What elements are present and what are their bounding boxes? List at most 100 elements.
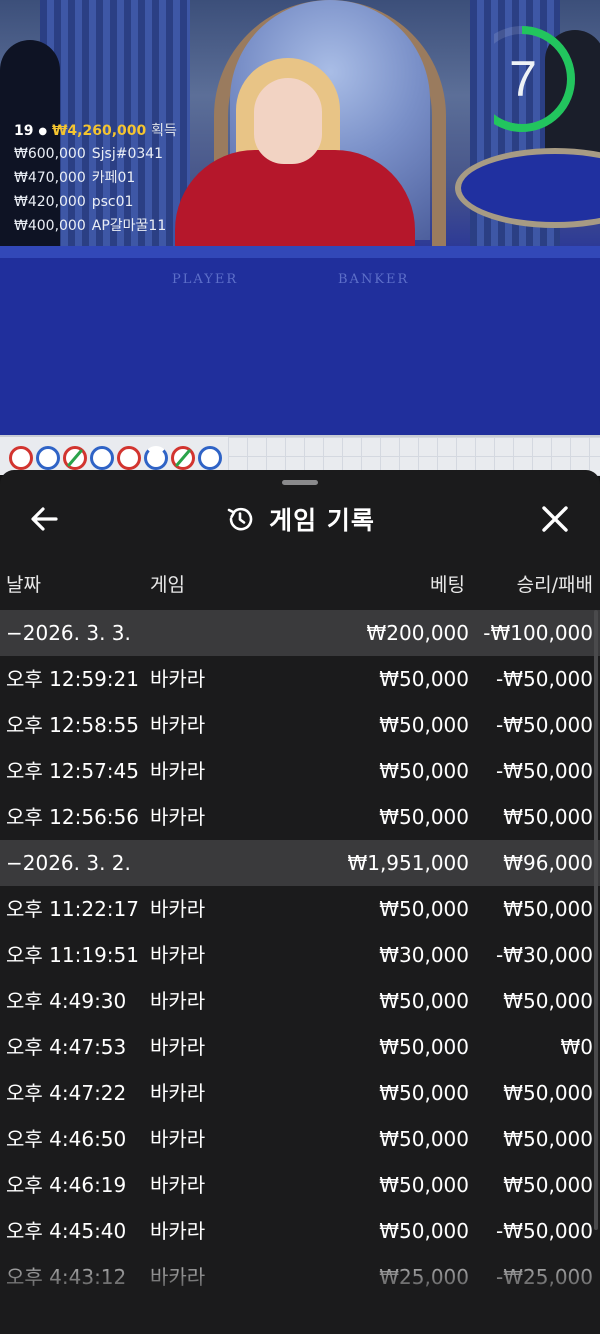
winner-name: 카페01: [91, 170, 136, 186]
live-video[interactable]: PLAYER BANKER 19 ● ₩4,260,000 획득 ₩600,00…: [0, 0, 600, 435]
row-result: -₩100,000: [483, 621, 593, 645]
row-game: 바카라: [150, 805, 206, 829]
dealer-face: [254, 78, 322, 164]
winner-row: ₩400,000 AP갈마꿀11: [14, 214, 177, 238]
baccarat-table: [0, 250, 600, 435]
row-game: 바카라: [150, 1173, 206, 1197]
arrow-left-icon: [31, 507, 58, 531]
row-result: ₩50,000: [503, 1081, 593, 1105]
row-game: 바카라: [150, 943, 206, 967]
close-icon: [542, 506, 568, 532]
row-game: 바카라: [150, 1127, 206, 1151]
row-game: 바카라: [150, 1035, 206, 1059]
row-result: -₩30,000: [496, 943, 593, 967]
history-row[interactable]: 오후 4:46:50 바카라 ₩50,000 ₩50,000: [0, 1116, 600, 1162]
winners-list: ₩600,000 Sjsj#0341 ₩470,000 카페01 ₩420,000 psc…: [14, 142, 177, 238]
day-summary-row[interactable]: −2026. 3. 2. ₩1,951,000 ₩96,000: [0, 840, 600, 886]
winner-row: ₩600,000 Sjsj#0341: [14, 142, 177, 166]
history-row[interactable]: 오후 4:45:40 바카라 ₩50,000 -₩50,000: [0, 1208, 600, 1254]
row-result: ₩96,000: [503, 851, 593, 875]
row-date: 오후 4:47:53: [6, 1035, 127, 1059]
day-summary-row[interactable]: −2026. 3. 3. ₩200,000 -₩100,000: [0, 610, 600, 656]
row-bet: ₩50,000: [379, 897, 469, 921]
row-result: -₩50,000: [496, 713, 593, 737]
bead-circle: [117, 446, 141, 470]
total-won: ₩4,260,000: [51, 123, 147, 139]
row-date: 오후 12:56:56: [6, 805, 139, 829]
history-row[interactable]: 오후 4:49:30 바카라 ₩50,000 ₩50,000: [0, 978, 600, 1024]
row-bet: ₩50,000: [379, 1127, 469, 1151]
row-result: ₩50,000: [503, 805, 593, 829]
history-list[interactable]: −2026. 3. 3. ₩200,000 -₩100,000 오후 12:59:21…: [0, 610, 600, 1300]
row-bet: ₩50,000: [379, 713, 469, 737]
close-button[interactable]: [536, 500, 574, 538]
bead-road[interactable]: [0, 435, 600, 477]
history-row[interactable]: 오후 12:57:45 바카라 ₩50,000 -₩50,000: [0, 748, 600, 794]
history-row[interactable]: 오후 4:46:19 바카라 ₩50,000 ₩50,000: [0, 1162, 600, 1208]
history-row[interactable]: 오후 4:43:12 바카라 ₩25,000 -₩25,000: [0, 1254, 600, 1300]
game-history-sheet: 게임 기록 날짜 게임 베팅 승리/패배 −2026. 3. 3. ₩200,00…: [0, 470, 600, 1334]
history-row[interactable]: 오후 12:59:21 바카라 ₩50,000 -₩50,000: [0, 656, 600, 702]
bead-circle: [63, 446, 87, 470]
history-row[interactable]: 오후 12:56:56 바카라 ₩50,000 ₩50,000: [0, 794, 600, 840]
history-row[interactable]: 오후 11:22:17 바카라 ₩50,000 ₩50,000: [0, 886, 600, 932]
back-button[interactable]: [26, 502, 66, 536]
row-bet: ₩50,000: [379, 805, 469, 829]
row-game: 바카라: [150, 897, 206, 921]
history-row[interactable]: 오후 4:47:53 바카라 ₩50,000 ₩0: [0, 1024, 600, 1070]
sheet-grabber[interactable]: [282, 480, 318, 485]
winner-amount: ₩470,000: [14, 170, 86, 186]
row-bet: ₩50,000: [379, 759, 469, 783]
row-result: ₩50,000: [503, 1173, 593, 1197]
row-result: ₩50,000: [503, 1127, 593, 1151]
winner-amount: ₩420,000: [14, 194, 86, 210]
row-result: -₩50,000: [496, 667, 593, 691]
row-result: ₩50,000: [503, 897, 593, 921]
history-clock-icon: [227, 507, 253, 531]
row-bet: ₩50,000: [379, 1173, 469, 1197]
row-date: −2026. 3. 2.: [6, 851, 131, 875]
row-result: -₩50,000: [496, 759, 593, 783]
bead-circle: [36, 446, 60, 470]
row-date: 오후 12:57:45: [6, 759, 139, 783]
winner-row: ₩470,000 카페01: [14, 166, 177, 190]
row-bet: ₩1,951,000: [347, 851, 469, 875]
history-row[interactable]: 오후 12:58:55 바카라 ₩50,000 -₩50,000: [0, 702, 600, 748]
column-bet[interactable]: 베팅: [430, 570, 465, 597]
bet-timer: 7: [469, 26, 576, 132]
bead-circle: [171, 446, 195, 470]
winner-row: ₩420,000 psc01: [14, 190, 177, 214]
row-date: 오후 11:19:51: [6, 943, 139, 967]
title-wrap: 게임 기록: [0, 490, 600, 548]
row-game: 바카라: [150, 1219, 206, 1243]
row-bet: ₩50,000: [379, 1219, 469, 1243]
bead-circle: [144, 446, 168, 470]
column-date[interactable]: 날짜: [6, 570, 41, 597]
row-bet: ₩50,000: [379, 1081, 469, 1105]
row-game: 바카라: [150, 1081, 206, 1105]
row-bet: ₩50,000: [379, 1035, 469, 1059]
history-row[interactable]: 오후 4:47:22 바카라 ₩50,000 ₩50,000: [0, 1070, 600, 1116]
row-game: 바카라: [150, 713, 206, 737]
table-label-player: PLAYER: [172, 272, 239, 287]
row-result: ₩0: [560, 1035, 594, 1059]
row-bet: ₩50,000: [379, 989, 469, 1013]
row-date: 오후 4:43:12: [6, 1265, 127, 1289]
history-row[interactable]: 오후 11:19:51 바카라 ₩30,000 -₩30,000: [0, 932, 600, 978]
winners-summary: 19 ● ₩4,260,000 획득: [14, 122, 177, 142]
row-date: 오후 4:45:40: [6, 1219, 127, 1243]
row-date: 오후 12:58:55: [6, 713, 139, 737]
row-date: 오후 4:47:22: [6, 1081, 127, 1105]
table-label-banker: BANKER: [338, 272, 410, 287]
timer-seconds: 7: [509, 51, 537, 107]
column-game[interactable]: 게임: [150, 570, 185, 597]
sheet-title: 게임 기록: [269, 506, 375, 535]
row-date: 오후 11:22:17: [6, 897, 139, 921]
scrollbar[interactable]: [594, 610, 598, 1230]
column-result[interactable]: 승리/패배: [517, 570, 593, 597]
bead-circle: [90, 446, 114, 470]
row-date: −2026. 3. 3.: [6, 621, 131, 645]
row-result: ₩50,000: [503, 989, 593, 1013]
winner-name: Sjsj#0341: [91, 146, 164, 162]
winner-name: psc01: [91, 194, 134, 210]
